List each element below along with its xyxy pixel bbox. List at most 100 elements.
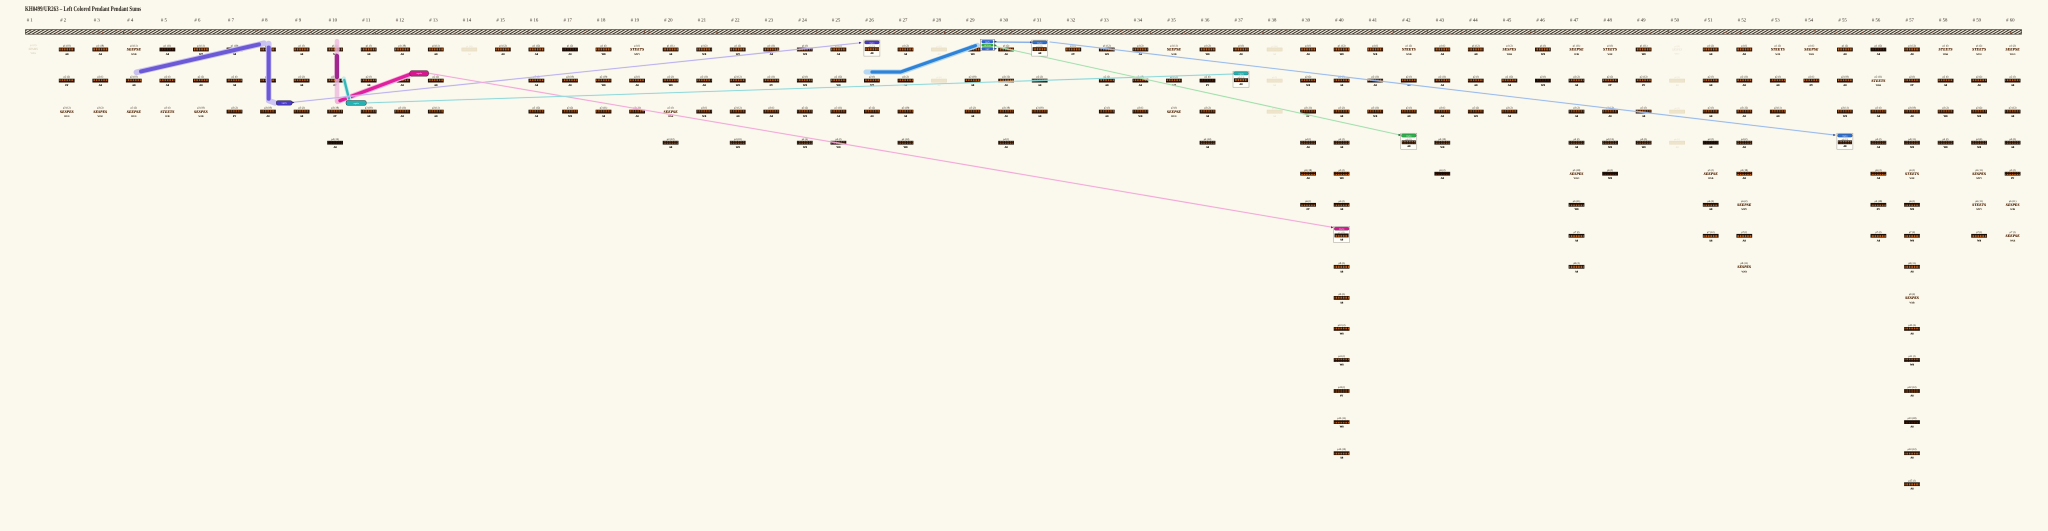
svg-text:p2 (2): p2 (2): [902, 76, 908, 79]
svg-text:# 25: # 25: [832, 17, 841, 23]
svg-text:p3 (18): p3 (18): [1002, 107, 1010, 110]
svg-text:p7 (f): p7 (f): [1574, 231, 1580, 234]
svg-text:A8: A8: [535, 53, 539, 56]
svg-text:A8: A8: [1004, 53, 1008, 56]
svg-text:0Y: 0Y: [1910, 84, 1913, 87]
svg-text:W8: W8: [669, 84, 674, 87]
svg-text:W8: W8: [702, 53, 707, 56]
svg-text:p2 (11): p2 (11): [1740, 76, 1748, 79]
svg-text:A8: A8: [904, 115, 908, 118]
svg-text:0Y: 0Y: [1608, 84, 1611, 87]
svg-text:A8: A8: [401, 115, 405, 118]
svg-text:# 22: # 22: [731, 17, 740, 23]
svg-text:A8: A8: [1508, 84, 1512, 87]
svg-text:A8: A8: [266, 115, 270, 118]
svg-text:STEETS: STEETS: [1972, 48, 1986, 52]
svg-text:KH0499/UR263 – Left Colored Pe: KH0499/UR263 – Left Colored Pendant Pend…: [25, 5, 141, 13]
svg-text:p3 (2): p3 (2): [969, 107, 975, 110]
svg-text:A8: A8: [1743, 53, 1747, 56]
svg-text:p6 (f): p6 (f): [1305, 200, 1311, 203]
svg-text:p3 (2): p3 (2): [802, 107, 808, 110]
svg-text:SESPES: SESPES: [1905, 296, 1919, 300]
svg-text:# 1: # 1: [27, 17, 34, 23]
svg-text:# 56: # 56: [1872, 17, 1881, 23]
svg-text:A8: A8: [401, 53, 405, 56]
svg-text:W8: W8: [1440, 146, 1445, 149]
svg-text:SESPES: SESPES: [2006, 203, 2020, 207]
svg-text:W8: W8: [803, 84, 808, 87]
svg-text:p2 (2): p2 (2): [433, 76, 439, 79]
svg-text:p10 (2): p10 (2): [1338, 324, 1346, 327]
svg-text:0Y: 0Y: [1877, 208, 1880, 211]
svg-text:p4 (2): p4 (2): [1741, 138, 1747, 141]
svg-text:p3 (18): p3 (18): [902, 107, 910, 110]
svg-text:# 7: # 7: [228, 17, 235, 23]
svg-text:# 26: # 26: [865, 17, 874, 23]
svg-text:A8: A8: [971, 115, 975, 118]
svg-text:W8: W8: [702, 115, 707, 118]
svg-text:A8: A8: [635, 115, 639, 118]
svg-text:p6 (18): p6 (18): [1875, 200, 1883, 203]
svg-text:A8: A8: [1206, 115, 1210, 118]
svg-text:p2 (12): p2 (12): [1002, 76, 1010, 79]
svg-text:p3 (12): p3 (12): [1740, 107, 1748, 110]
svg-text:A8: A8: [1374, 84, 1378, 87]
svg-text:STEETS: STEETS: [630, 48, 644, 52]
svg-text:p1 (f): p1 (f): [366, 45, 372, 48]
svg-text:p15 (f): p15 (f): [1908, 479, 1915, 482]
svg-text:p4 (2): p4 (2): [1640, 138, 1646, 141]
svg-text:p2 (11): p2 (11): [700, 76, 708, 79]
svg-text:# 43: # 43: [1436, 17, 1445, 23]
svg-text:p2 (11): p2 (11): [768, 76, 776, 79]
svg-text:p1 (2): p1 (2): [936, 45, 941, 48]
svg-text:SEEPSE: SEEPSE: [2006, 234, 2021, 238]
svg-text:A8: A8: [1306, 53, 1310, 56]
svg-text:SEEPSE: SEEPSE: [1737, 203, 1752, 207]
svg-text:W8: W8: [1205, 53, 1210, 56]
svg-text:WGG: WGG: [2010, 53, 2016, 56]
svg-text:p3 (f): p3 (f): [1439, 107, 1445, 110]
svg-text:A8: A8: [1709, 146, 1713, 149]
svg-text:A8: A8: [1910, 457, 1914, 460]
svg-text:A8: A8: [65, 53, 69, 56]
svg-text:A8: A8: [1608, 115, 1612, 118]
svg-text:WGG: WGG: [1171, 115, 1177, 118]
svg-text:# 4: # 4: [127, 17, 134, 23]
svg-text:p2 (f): p2 (f): [869, 76, 875, 79]
svg-text:A8: A8: [468, 53, 472, 56]
svg-text:A8: A8: [166, 53, 170, 56]
svg-text:p1 (12): p1 (12): [1875, 45, 1883, 48]
svg-text:W8: W8: [1642, 53, 1647, 56]
svg-text:WHY: WHY: [1976, 208, 1982, 211]
svg-text:# 30: # 30: [1000, 17, 1009, 23]
svg-text:p1 (12): p1 (12): [533, 45, 541, 48]
svg-text:0Y: 0Y: [1340, 395, 1343, 398]
svg-text:W4B: W4B: [1809, 53, 1814, 56]
svg-text:WGG: WGG: [64, 115, 70, 118]
svg-text:# 54: # 54: [1805, 17, 1814, 23]
svg-text:p4 (f): p4 (f): [1305, 138, 1311, 141]
svg-text:p2 (2): p2 (2): [1573, 76, 1579, 79]
svg-text:W8: W8: [1910, 364, 1915, 367]
svg-text:A8: A8: [199, 84, 203, 87]
svg-text:p1 (2): p1 (2): [701, 45, 707, 48]
svg-text:A8: A8: [1743, 115, 1747, 118]
svg-text:STEETS: STEETS: [1939, 48, 1953, 52]
svg-text:A8: A8: [1340, 115, 1344, 118]
svg-text:A8: A8: [1743, 177, 1747, 180]
svg-text:p2 (2): p2 (2): [1037, 76, 1043, 79]
svg-text:A8: A8: [1776, 115, 1780, 118]
svg-text:# 36: # 36: [1201, 17, 1210, 23]
svg-text:W8: W8: [971, 53, 976, 56]
svg-text:p2 (2): p2 (2): [1305, 76, 1311, 79]
svg-text:p3 (2): p3 (2): [298, 107, 304, 110]
svg-text:SEEPSE: SEEPSE: [127, 48, 142, 52]
svg-text:W8: W8: [1977, 239, 1982, 242]
svg-text:# 40: # 40: [1335, 17, 1344, 23]
svg-text:W8: W8: [1910, 208, 1915, 211]
svg-text:A8: A8: [1743, 84, 1747, 87]
svg-text:WHY: WHY: [1674, 53, 1680, 56]
svg-text:p12 (f): p12 (f): [1338, 386, 1345, 389]
svg-text:p7 (f): p7 (f): [1741, 231, 1747, 234]
svg-text:p7 (12): p7 (12): [1707, 231, 1715, 234]
